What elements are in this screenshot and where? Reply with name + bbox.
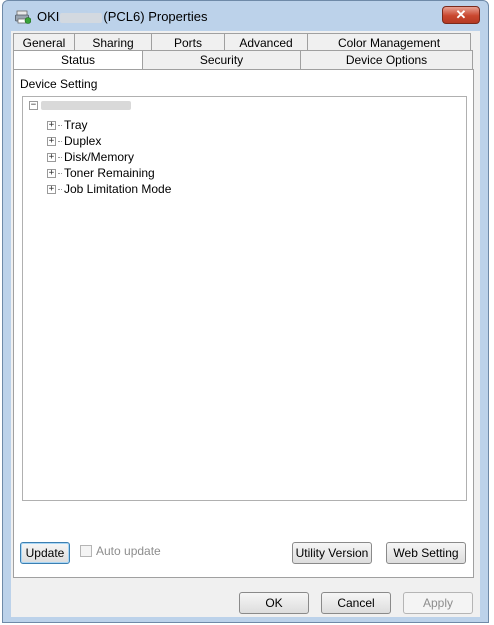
tree-item-disk-memory[interactable]: + Disk/Memory	[47, 149, 171, 165]
update-button[interactable]: Update	[20, 542, 70, 564]
expand-icon[interactable]: +	[47, 136, 56, 146]
auto-update-label: Auto update	[96, 544, 161, 558]
tree-root-node[interactable]: −	[29, 101, 131, 110]
title-suffix: (PCL6) Properties	[103, 9, 208, 24]
dialog-client-area: General Sharing Ports Advanced Color Man…	[11, 31, 480, 617]
expand-icon[interactable]: +	[47, 152, 56, 162]
utility-version-button[interactable]: Utility Version	[292, 542, 372, 564]
cancel-button[interactable]: Cancel	[321, 592, 391, 614]
redacted-model	[60, 12, 103, 23]
properties-window: OKI (PCL6) Properties ✕ General Sharing P…	[2, 0, 489, 623]
status-actions-row: Update Auto update Utility Version Web S…	[14, 540, 473, 566]
tab-row-front: Status Security Device Options	[13, 50, 473, 70]
tree-children: + Tray + Duplex + Disk/Memory + Toner Remain…	[47, 117, 171, 197]
device-setting-tree[interactable]: − + Tray + Duplex + Disk/Memory + Toner Rema…	[22, 96, 467, 501]
title-bar[interactable]: OKI (PCL6) Properties ✕	[3, 1, 488, 31]
window-title: OKI (PCL6) Properties	[37, 9, 207, 24]
tab-status[interactable]: Status	[13, 50, 143, 70]
tree-item-duplex[interactable]: + Duplex	[47, 133, 171, 149]
tab-device-options[interactable]: Device Options	[300, 50, 473, 69]
close-button[interactable]: ✕	[442, 6, 480, 24]
tree-item-label: Toner Remaining	[64, 166, 155, 180]
auto-update-option[interactable]: Auto update	[80, 544, 161, 558]
status-panel: Device Setting − + Tray + Duplex + Disk/Mem…	[13, 69, 474, 578]
tree-item-toner-remaining[interactable]: + Toner Remaining	[47, 165, 171, 181]
tree-connector	[58, 140, 62, 142]
web-setting-button[interactable]: Web Setting	[386, 542, 466, 564]
tree-connector	[58, 124, 62, 126]
tree-item-job-limitation-mode[interactable]: + Job Limitation Mode	[47, 181, 171, 197]
tree-connector	[58, 172, 62, 174]
printer-icon	[15, 10, 31, 24]
title-prefix: OKI	[37, 9, 60, 24]
tree-connector	[58, 188, 62, 190]
tree-item-tray[interactable]: + Tray	[47, 117, 171, 133]
ok-button[interactable]: OK	[239, 592, 309, 614]
tree-item-label: Job Limitation Mode	[64, 182, 172, 196]
expand-icon[interactable]: +	[47, 184, 56, 194]
device-setting-label: Device Setting	[20, 77, 98, 91]
tree-item-label: Disk/Memory	[64, 150, 135, 164]
apply-button[interactable]: Apply	[403, 592, 473, 614]
close-icon: ✕	[455, 7, 467, 22]
tree-item-label: Duplex	[64, 134, 102, 148]
tree-item-label: Tray	[64, 118, 88, 132]
tab-security[interactable]: Security	[142, 50, 301, 69]
collapse-icon[interactable]: −	[29, 101, 38, 110]
expand-icon[interactable]: +	[47, 120, 56, 130]
expand-icon[interactable]: +	[47, 168, 56, 178]
auto-update-checkbox[interactable]	[80, 545, 92, 557]
redacted-device-address	[41, 101, 131, 110]
tree-connector	[58, 156, 62, 158]
